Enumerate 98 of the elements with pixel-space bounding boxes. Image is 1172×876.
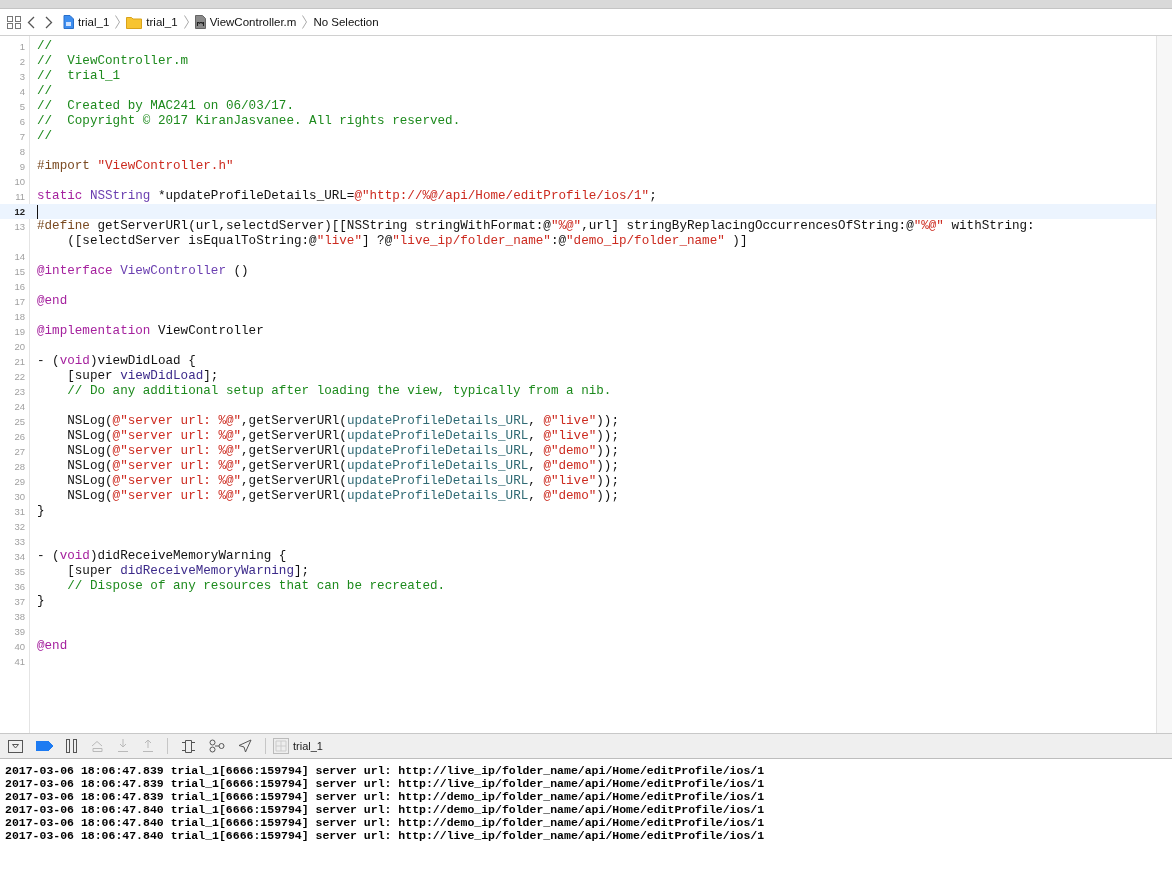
breadcrumb-item[interactable]: trial_1 [146, 16, 178, 28]
line-number: 32 [13, 520, 26, 534]
code-line: } [36, 504, 45, 519]
code-line: // trial_1 [36, 69, 121, 84]
code-line: // Copyright © 2017 KiranJasvanee. All rights reserved. [36, 114, 461, 129]
line-number: 6 [18, 115, 26, 129]
line-number: 9 [18, 160, 26, 174]
code-line: NSLog(@"server url: %@",getServerURl(updateProfileDetails_URL, @"demo")); [66, 459, 619, 474]
chevron-icon [115, 15, 121, 29]
line-number: 26 [13, 430, 26, 444]
text-cursor [37, 204, 38, 219]
code-line: @end [36, 639, 68, 654]
line-number: 11 [14, 190, 26, 204]
line-number: 30 [13, 490, 26, 504]
line-number: 3 [18, 70, 26, 84]
code-line: // ViewController.m [36, 54, 189, 69]
console-line: 2017-03-06 18:06:47.839 trial_1[6666:159794] server url: http://live_ip/folder_name/api/Home/editProfile/ios/1 [5, 777, 766, 790]
project-icon [63, 15, 74, 29]
line-number: 29 [13, 475, 26, 489]
line-number: 15 [13, 265, 26, 279]
code-line: #define getServerURl(url,selectdServer)[[NSString stringWithFormat:@"%@",url] stringByReplacingOccurrencesOfString:@"%@" withString: ([selectdServer isEqualToString:@"live"] ?@"live_ip/folder_name":@"demo_ip/folder_name" )] [36, 219, 1035, 249]
breadcrumb-item[interactable]: ViewController.m [209, 16, 297, 28]
breadcrumb-item[interactable]: No Selection [313, 16, 379, 28]
breadcrumb-item[interactable]: trial_1 [78, 16, 110, 28]
code-line: @interface ViewController () [36, 264, 249, 279]
console-line: 2017-03-06 18:06:47.840 trial_1[6666:159794] server url: http://live_ip/folder_name/api/Home/editProfile/ios/1 [5, 829, 766, 842]
code-line: // Created by MAC241 on 06/03/17. [36, 99, 294, 114]
code-line: [super didReceiveMemoryWarning]; [66, 564, 310, 579]
code-line: - (void)didReceiveMemoryWarning { [36, 549, 287, 564]
process-name[interactable]: trial_1 [293, 740, 323, 752]
code-line: // [36, 39, 53, 54]
location-icon[interactable] [238, 739, 252, 753]
code-line: [super viewDidLoad]; [66, 369, 219, 384]
console-line: 2017-03-06 18:06:47.840 trial_1[6666:159794] server url: http://demo_ip/folder_name/api/Home/editProfile/ios/1 [5, 803, 766, 816]
code-line: NSLog(@"server url: %@",getServerURl(updateProfileDetails_URL, @"live")); [66, 414, 619, 429]
console-line: 2017-03-06 18:06:47.840 trial_1[6666:159794] server url: http://demo_ip/folder_name/api/Home/editProfile/ios/1 [5, 816, 766, 829]
chevron-icon [183, 15, 189, 29]
code-line: // Do any additional setup after loading the view, typically from a nib. [66, 384, 612, 399]
view-hierarchy-icon[interactable] [181, 739, 196, 753]
line-number: 21 [13, 355, 26, 369]
code-line: NSLog(@"server url: %@",getServerURl(updateProfileDetails_URL, @"live")); [66, 474, 619, 489]
code-line: // [36, 129, 53, 144]
code-line: NSLog(@"server url: %@",getServerURl(updateProfileDetails_URL, @"demo")); [66, 444, 619, 459]
line-number: 24 [13, 400, 26, 414]
line-number: 7 [18, 130, 26, 144]
pause-icon[interactable] [66, 739, 77, 753]
line-number: 20 [13, 340, 26, 354]
line-number: 12 [13, 205, 26, 219]
scrollbar[interactable] [1156, 36, 1172, 733]
forward-icon[interactable] [45, 15, 53, 29]
line-number: 37 [13, 595, 26, 609]
line-number: 19 [13, 325, 26, 339]
line-number: 34 [13, 550, 26, 564]
line-number: 22 [13, 370, 26, 384]
line-number: 1 [18, 40, 26, 54]
code-line: @implementation ViewController [36, 324, 264, 339]
line-number: 39 [13, 625, 26, 639]
folder-icon [126, 15, 143, 29]
back-icon[interactable] [27, 15, 35, 29]
line-number: 5 [18, 100, 26, 114]
code-line: @end [36, 294, 68, 309]
line-number: 8 [18, 145, 26, 159]
app-icon [273, 738, 289, 754]
line-number: 27 [13, 445, 26, 459]
line-number: 14 [13, 250, 26, 264]
line-number: 28 [13, 460, 26, 474]
code-line: NSLog(@"server url: %@",getServerURl(updateProfileDetails_URL, @"live")); [66, 429, 619, 444]
code-line: static NSString *updateProfileDetails_URL=@"http://%@/api/Home/editProfile/ios/1"; [36, 189, 657, 204]
line-number: 16 [13, 280, 26, 294]
line-number: 40 [13, 640, 26, 654]
grid-icon[interactable] [7, 15, 21, 29]
memory-graph-icon[interactable] [209, 739, 225, 753]
line-number: 36 [13, 580, 26, 594]
line-number: 38 [13, 610, 26, 624]
line-number: 17 [13, 295, 26, 309]
code-line: // Dispose of any resources that can be recreated. [66, 579, 446, 594]
line-number: 2 [18, 55, 26, 69]
code-line: // [36, 84, 53, 99]
line-number: 13 [13, 220, 26, 234]
line-number: 35 [13, 565, 26, 579]
code-line: #import "ViewController.h" [36, 159, 234, 174]
code-line: - (void)viewDidLoad { [36, 354, 196, 369]
line-number: 33 [13, 535, 26, 549]
line-number: 25 [13, 415, 26, 429]
console-line: 2017-03-06 18:06:47.839 trial_1[6666:159794] server url: http://demo_ip/folder_name/api/Home/editProfile/ios/1 [5, 790, 766, 803]
source-file-icon [194, 15, 206, 29]
line-number: 41 [13, 655, 26, 669]
console-line: 2017-03-06 18:06:47.839 trial_1[6666:159794] server url: http://live_ip/folder_name/api/Home/editProfile/ios/1 [5, 764, 766, 777]
chevron-icon [302, 15, 308, 29]
breakpoint-icon[interactable] [36, 741, 53, 751]
line-number: 4 [18, 85, 26, 99]
line-number: 10 [13, 175, 26, 189]
code-line: } [36, 594, 45, 609]
hide-console-icon[interactable] [8, 739, 23, 753]
code-line: NSLog(@"server url: %@",getServerURl(updateProfileDetails_URL, @"demo")); [66, 489, 619, 504]
line-number: 18 [13, 310, 26, 324]
line-number: 23 [13, 385, 26, 399]
line-number: 31 [13, 505, 26, 519]
